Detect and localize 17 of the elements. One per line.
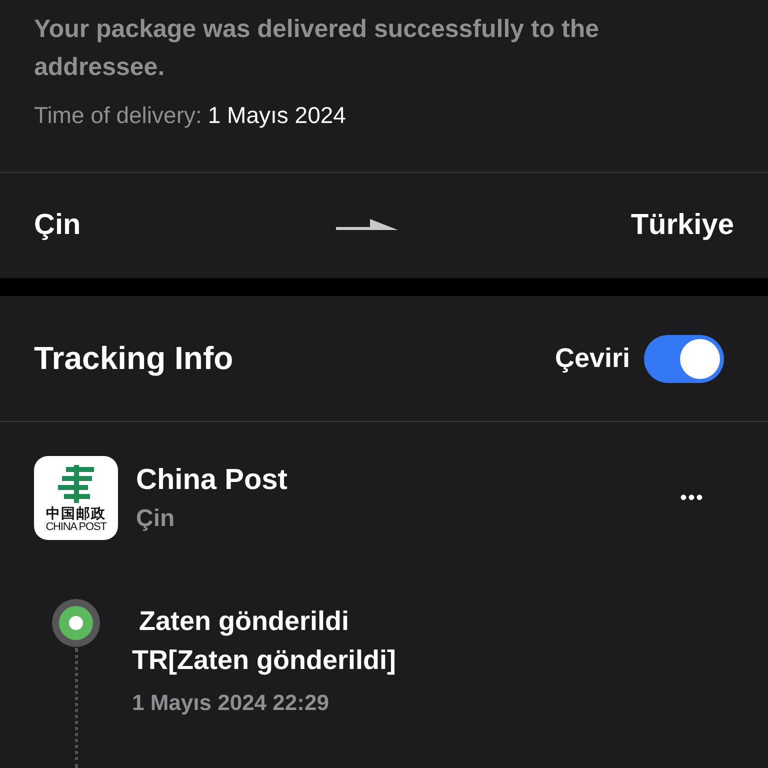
translate-label: Çeviri [554,343,630,374]
delivery-time-label: Time of delivery: [34,102,202,128]
more-button[interactable]: ••• [674,482,710,514]
carrier-country: Çin [136,504,176,532]
origin-country: Çin [34,209,81,242]
event-detail: TR[Zaten gönderildi] [132,645,396,676]
destination-country: Türkiye [630,209,734,242]
delivery-time-value: 1 Mayıs 2024 [208,102,346,128]
arrow-icon [336,218,398,232]
section-title: Tracking Info [34,340,234,377]
delivery-message: Your package was delivered successfully to the addressee. [34,14,600,83]
carrier-name: China Post [136,464,288,496]
event-time: 1 Mayıs 2024 22:29 [132,690,330,716]
carrier-logo: 中国邮政 CHINA POST [34,456,118,540]
event-status: Zaten gönderildi [138,606,350,637]
post-emblem-icon [56,464,96,502]
translate-toggle[interactable] [644,334,724,382]
